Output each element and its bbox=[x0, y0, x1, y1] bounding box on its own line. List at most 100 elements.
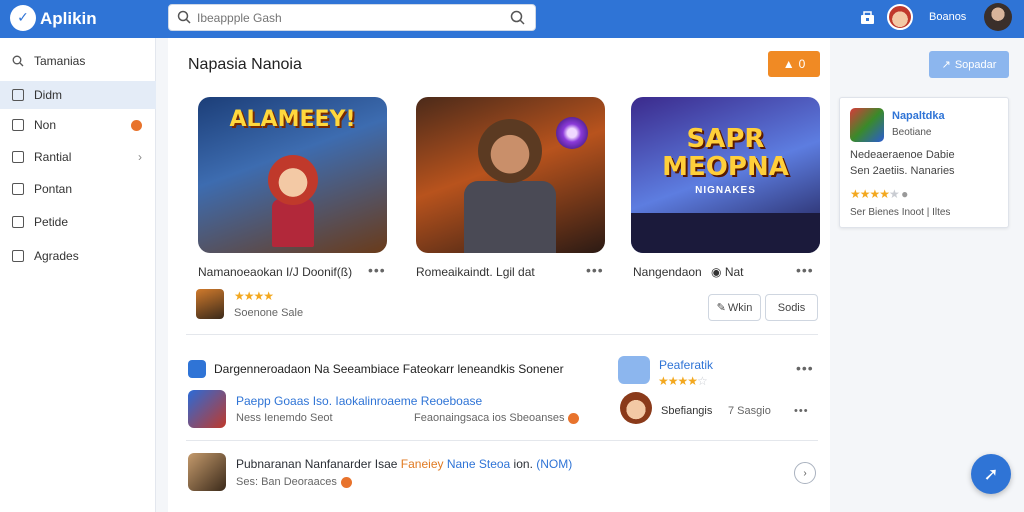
game-avatar[interactable] bbox=[887, 4, 913, 30]
character-head bbox=[478, 119, 542, 183]
doc-icon bbox=[12, 250, 24, 262]
store-icon[interactable] bbox=[860, 11, 875, 25]
doc-icon bbox=[12, 216, 24, 228]
sidebar-item-label: Non bbox=[34, 118, 57, 132]
sidebar-item-pontan[interactable]: Pontan bbox=[0, 175, 156, 203]
row-title[interactable]: Paepp Goaas Iso. Iaokalinroaeme Reoeboas… bbox=[236, 394, 482, 408]
grid-icon bbox=[12, 89, 24, 101]
more-options-icon[interactable]: ••• bbox=[796, 360, 814, 376]
row-subtitle-text: Ses: Ban Deoraaces bbox=[236, 476, 337, 488]
sidebar-item-rantial[interactable]: Rantial › bbox=[0, 143, 156, 171]
row-subtitle: Ness Ienemdo Seot bbox=[236, 412, 333, 424]
row-title-part: ion. bbox=[510, 457, 533, 471]
card-title[interactable]: Namanoeaokan I/J Doonif(ß) bbox=[198, 265, 352, 279]
sidebar-item-non[interactable]: Non bbox=[0, 111, 156, 139]
page-title: Napasia Nanoia bbox=[188, 56, 302, 73]
sidebar-item-label: Petide bbox=[34, 215, 69, 229]
doc-icon bbox=[12, 151, 24, 163]
app-title: Aplikin bbox=[40, 9, 97, 28]
card-extra: ◉ Nat bbox=[711, 265, 744, 279]
app-icon[interactable] bbox=[618, 356, 650, 384]
featured-app-card[interactable]: Napaltdka Beotiane Nedeaeraenoe Dabie Se… bbox=[839, 97, 1009, 228]
game-thumbnail[interactable] bbox=[196, 289, 224, 319]
game-thumbnail[interactable] bbox=[188, 390, 226, 428]
wrench-icon bbox=[188, 360, 206, 378]
status-dot bbox=[340, 476, 352, 488]
sidebar-item-agrades[interactable]: Agrades bbox=[0, 242, 156, 270]
status-dot bbox=[568, 412, 580, 424]
more-options-icon[interactable]: ••• bbox=[586, 262, 604, 278]
sidebar-item-label: Didm bbox=[34, 88, 63, 102]
tools-icon bbox=[12, 119, 24, 131]
search-icon bbox=[12, 55, 24, 67]
next-button[interactable]: › bbox=[794, 462, 816, 484]
doc-icon bbox=[12, 183, 24, 195]
user-avatar[interactable] bbox=[984, 3, 1012, 31]
row-title-highlight: Faneiey bbox=[400, 457, 444, 471]
more-options-icon[interactable]: ••• bbox=[796, 262, 814, 278]
chevron-right-icon: › bbox=[138, 150, 142, 164]
search-icon bbox=[177, 10, 191, 24]
game-thumbnail[interactable] bbox=[188, 453, 226, 491]
user-label[interactable]: Boanos bbox=[929, 11, 966, 23]
row-title-tag[interactable]: (NOM) bbox=[536, 457, 572, 471]
game-card-image[interactable]: ALAMEEY! bbox=[198, 97, 387, 253]
magic-orb bbox=[556, 117, 588, 149]
section-title: Dargenneroadaon Na Seeambiace Fateokarr … bbox=[214, 362, 564, 376]
character-body bbox=[464, 181, 556, 253]
sidebar-item-petide[interactable]: Petide bbox=[0, 208, 156, 236]
notification-button[interactable]: ▲ 0 bbox=[768, 51, 820, 77]
floating-action-button[interactable]: ➚ bbox=[971, 454, 1011, 494]
arrow-icon: ↗ bbox=[941, 59, 951, 71]
row-subtitle-right: Feaonaingsaca ios Sbeoanses bbox=[414, 412, 580, 424]
app-description: Nedeaeraenoe Dabie bbox=[850, 149, 955, 161]
secondary-button[interactable]: Sodis bbox=[765, 294, 818, 321]
sidebar-item-didm[interactable]: Didm bbox=[0, 81, 156, 109]
notification-badge bbox=[131, 119, 142, 131]
game-card-image[interactable]: SAPR MEOPNA NIGNAKES bbox=[631, 97, 820, 253]
section-app-name[interactable]: Peaferatik bbox=[659, 358, 713, 372]
row-user-meta: 7 Sasgio bbox=[728, 405, 771, 417]
app-subtitle: Beotiane bbox=[892, 127, 932, 138]
button-label: Sopadar bbox=[954, 58, 997, 71]
search-box[interactable] bbox=[168, 4, 536, 31]
button-label: Wkin bbox=[727, 301, 753, 314]
card-banner: SAPR MEOPNA bbox=[662, 124, 789, 182]
card-title[interactable]: Nangendaon bbox=[633, 265, 702, 279]
app-logo[interactable]: ✓ bbox=[10, 5, 36, 31]
sidebar-item-tamanias[interactable]: Tamanias bbox=[0, 47, 156, 75]
primary-action-button[interactable]: ↗ Sopadar bbox=[929, 51, 1009, 78]
row-title-link: Nane Steoa bbox=[443, 457, 511, 471]
rating-meta: Soenone Sale bbox=[234, 307, 304, 319]
card-banner: ALAMEEY! bbox=[229, 107, 356, 132]
game-card-image[interactable] bbox=[416, 97, 605, 253]
sidebar: Tamanias Didm Non Rantial › Pontan Petid… bbox=[0, 38, 156, 512]
info-icon: ● bbox=[901, 187, 908, 201]
secondary-button[interactable]: ✎ Wkin bbox=[708, 294, 761, 321]
search-input[interactable] bbox=[197, 9, 497, 27]
card-title[interactable]: Romeaikaindt. Lgil dat bbox=[416, 265, 535, 279]
card-subtitle: NIGNAKES bbox=[695, 185, 756, 196]
character-body bbox=[272, 199, 314, 247]
search-submit-icon[interactable] bbox=[510, 10, 525, 25]
crowd-silhouette bbox=[631, 213, 820, 253]
app-name[interactable]: Napaltdka bbox=[892, 110, 945, 122]
user-avatar[interactable] bbox=[620, 392, 652, 424]
app-description: Sen 2aetiis. Nanaries bbox=[850, 165, 955, 177]
sidebar-item-label: Agrades bbox=[34, 249, 79, 263]
row-subtitle: Ses: Ban Deoraaces bbox=[236, 476, 352, 488]
more-options-icon[interactable]: ••• bbox=[368, 262, 386, 278]
more-options-icon[interactable]: ••• bbox=[794, 405, 809, 417]
row-user-name[interactable]: Sbefiangis bbox=[661, 405, 712, 417]
app-footer: Ser Bienes Inoot | Iltes bbox=[850, 207, 951, 218]
edit-icon: ✎ bbox=[716, 302, 726, 314]
target-icon: ◉ bbox=[711, 265, 725, 279]
main-content: Napasia Nanoia ▲ 0 ALAMEEY! SAPR MEOPNA … bbox=[168, 38, 830, 512]
divider bbox=[186, 334, 818, 335]
share-icon: ➚ bbox=[983, 463, 999, 484]
app-thumbnail[interactable] bbox=[850, 108, 884, 142]
sidebar-item-label: Pontan bbox=[34, 182, 73, 196]
star-rating: ★★★★★ ● bbox=[850, 187, 908, 201]
character-head bbox=[268, 155, 318, 205]
row-title[interactable]: Pubnaranan Nanfanarder Isae Faneiey Nane… bbox=[236, 457, 572, 471]
